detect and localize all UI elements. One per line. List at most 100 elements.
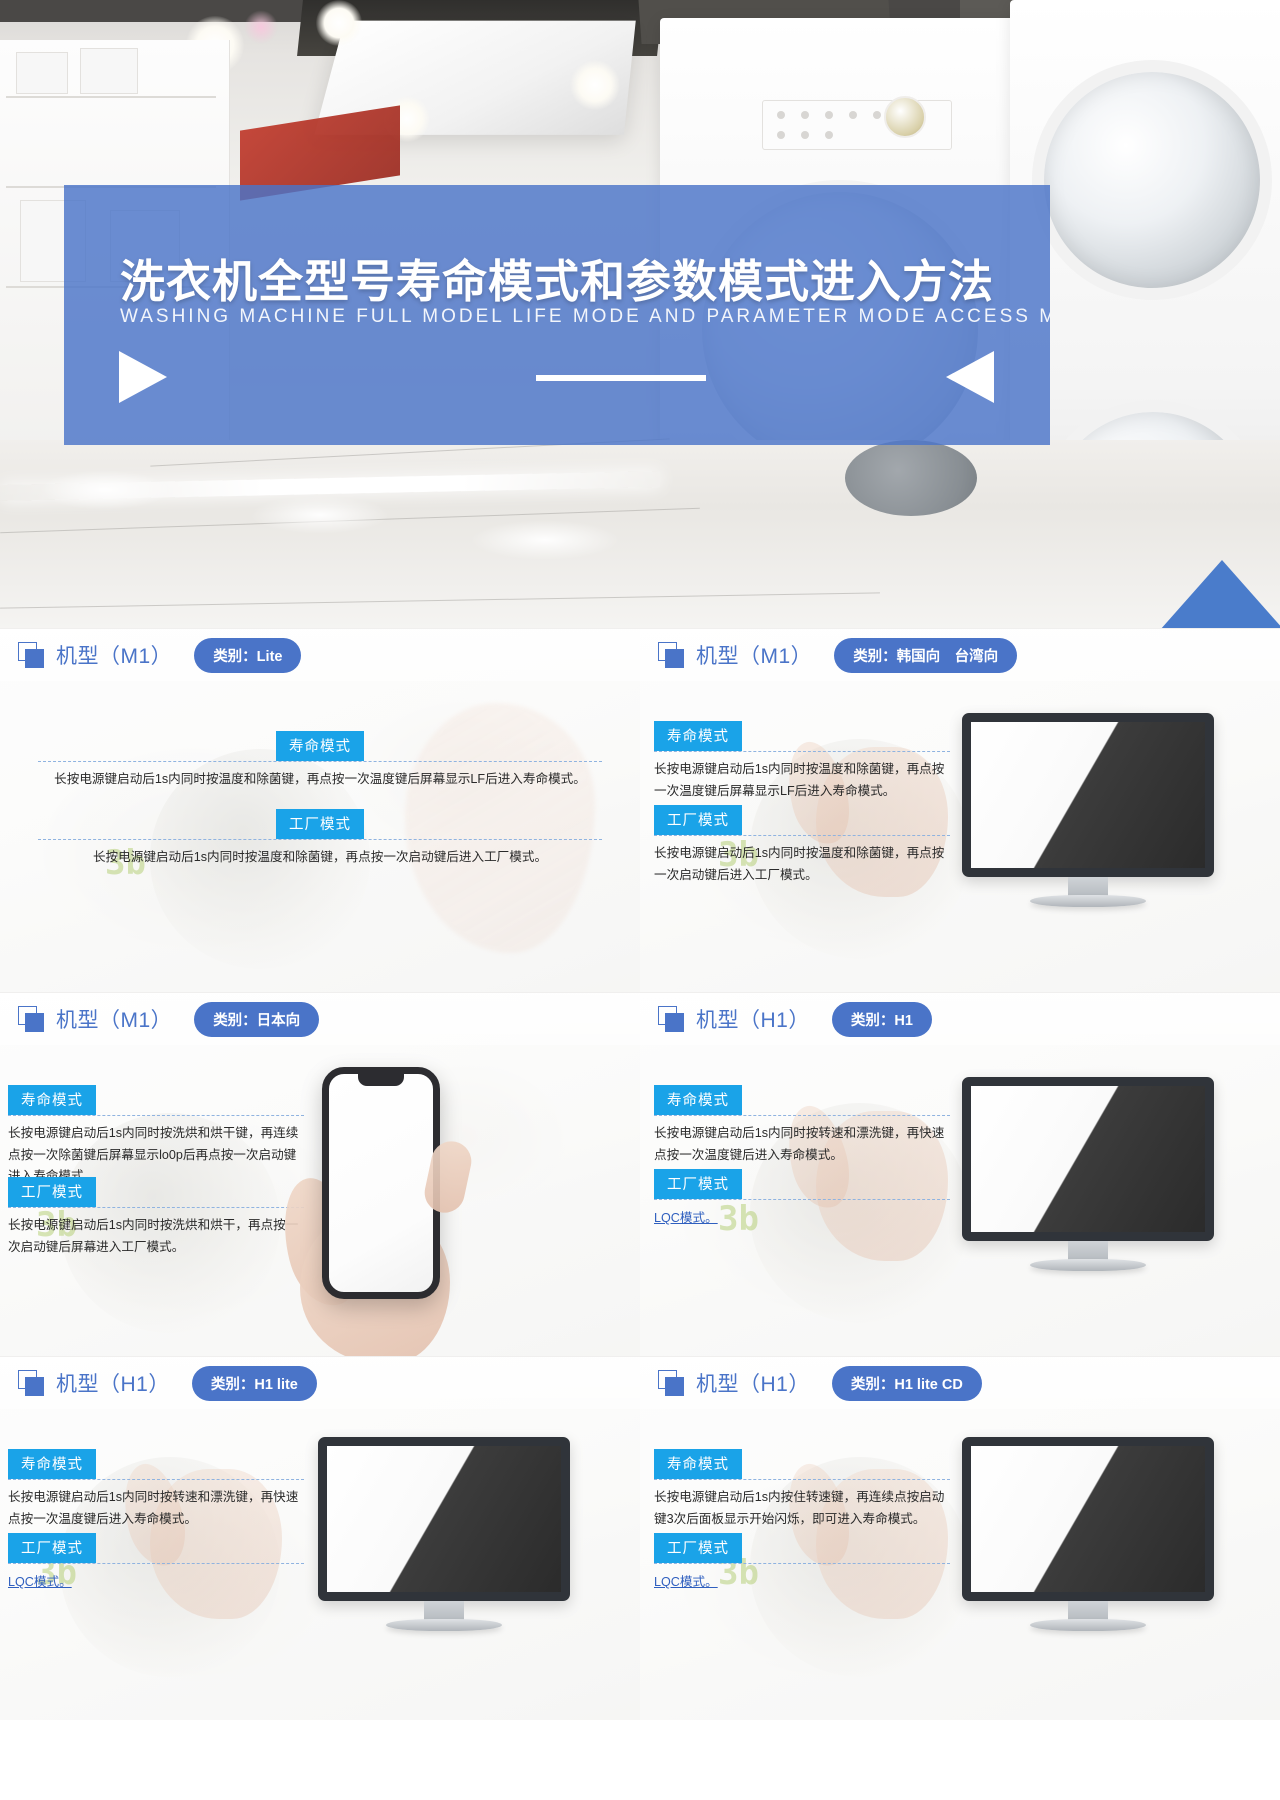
life-mode-text: 长按电源键启动后1s内同时按温度和除菌键，再点按一次温度键后屏幕显示LF后进入寿… [54,772,586,786]
model-card: 3b 机型（H1） 类别：H1 lite 寿命模式 长按电源键启动后1s内同时按… [0,1356,640,1720]
monitor-mockup [962,1077,1214,1275]
category-badge: 类别：日本向 [194,1001,320,1037]
monitor-screen [318,1437,570,1601]
card-body: 寿命模式 长按电源键启动后1s内同时按温度和除菌键，再点按一次温度键后屏幕显示L… [640,681,1280,992]
model-card: 3b 机型（H1） 类别：H1 寿命模式 长按电源键启动后1s内同时按转速和漂洗… [640,992,1280,1356]
life-mode-block: 寿命模式 长按电源键启动后1s内同时按温度和除菌键，再点按一次温度键后屏幕显示L… [38,731,602,791]
factory-mode-block: 工厂模式 LQC模式。 [654,1169,950,1227]
downlight [316,0,362,46]
factory-mode-block: 工厂模式 LQC模式。 [8,1533,304,1591]
square-marker-icon [658,1370,684,1396]
downlight [570,60,620,110]
phone-notch [358,1074,404,1086]
factory-mode-tag: 工厂模式 [8,1177,96,1207]
card-header: 机型（H1） 类别：H1 [640,993,1280,1045]
factory-mode-block: 工厂模式 长按电源键启动后1s内同时按温度和除菌键，再点按一次启动键后进入工厂模… [38,809,602,869]
square-marker-icon [18,1370,44,1396]
life-mode-tag: 寿命模式 [8,1449,96,1479]
shelf [6,96,216,98]
category-badge: 类别：H1 lite [191,1365,317,1401]
model-label: 机型（H1） [56,1373,170,1396]
factory-mode-block: 工厂模式 LQC模式。 [654,1533,950,1591]
life-mode-block: 寿命模式 长按电源键启动后1s内同时按洗烘和烘干键，再连续点按一次除菌键后屏幕显… [8,1085,304,1188]
factory-mode-text: 长按电源键启动后1s内同时按温度和除菌键，再点按一次启动键后进入工厂模式。 [92,850,548,864]
title-divider [536,375,706,381]
factory-mode-text: 长按电源键启动后1s内同时按洗烘和烘干，再点按一次启动键后屏幕进入工厂模式。 [8,1218,299,1254]
model-label: 机型（H1） [696,1373,810,1396]
model-card: 3b 机型（H1） 类别：H1 lite CD 寿命模式 长按电源键启动后1s内… [640,1356,1280,1720]
life-mode-block: 寿命模式 长按电源键启动后1s内同时按转速和漂洗键，再快速点按一次温度键后进入寿… [8,1449,304,1530]
card-header: 机型（H1） 类别：H1 lite [0,1357,640,1409]
life-mode-tag: 寿命模式 [276,731,364,761]
life-mode-block: 寿命模式 长按电源键启动后1s内按住转速键，再连续点按启动键3次后面板显示开始闪… [654,1449,950,1530]
factory-mode-text: 长按电源键启动后1s内同时按温度和除菌键，再点按一次启动键后进入工厂模式。 [654,846,945,882]
monitor-base [1030,1259,1146,1271]
monitor-base [386,1619,502,1631]
category-badge: 类别：韩国向 台湾向 [834,637,1018,673]
floor-reflection [470,520,620,560]
factory-mode-tag: 工厂模式 [8,1533,96,1563]
monitor-neck [1068,877,1108,897]
model-card-grid: 3b 机型（M1） 类别：Lite 寿命模式 长按电源键启动后1s内同时按温度和… [0,628,1280,1800]
dryer-vent-grill [845,440,977,516]
factory-mode-block: 工厂模式 长按电源键启动后1s内同时按洗烘和烘干，再点按一次启动键后屏幕进入工厂… [8,1177,304,1258]
monitor-mockup [318,1437,570,1635]
life-mode-tag: 寿命模式 [654,1449,742,1479]
lqc-mode-link[interactable]: LQC模式。 [654,1200,718,1226]
hero-title-band: 洗衣机全型号寿命模式和参数模式进入方法 WASHING MACHINE FULL… [64,185,1050,445]
shelf-box [80,48,138,94]
monitor-mockup [962,713,1214,911]
lqc-mode-link[interactable]: LQC模式。 [8,1564,72,1590]
blue-triangle-accent [1160,560,1280,628]
square-marker-icon [658,1006,684,1032]
card-header: 机型（M1） 类别：韩国向 台湾向 [640,629,1280,681]
category-badge: 类别：H1 [831,1001,932,1037]
play-left-triangle-icon[interactable] [946,351,994,403]
monitor-base [1030,895,1146,907]
card-body: 寿命模式 长按电源键启动后1s内同时按转速和漂洗键，再快速点按一次温度键后进入寿… [0,1409,640,1720]
category-badge: 类别：H1 lite CD [831,1365,982,1401]
life-mode-tag: 寿命模式 [8,1085,96,1115]
monitor-screen [962,1437,1214,1601]
monitor-neck [424,1601,464,1621]
monitor-neck [1068,1241,1108,1261]
model-label: 机型（M1） [56,1009,173,1032]
showroom-floor [0,440,1280,628]
factory-mode-block: 工厂模式 长按电源键启动后1s内同时按温度和除菌键，再点按一次启动键后进入工厂模… [654,805,950,886]
life-mode-text: 长按电源键启动后1s内同时按转速和漂洗键，再快速点按一次温度键后进入寿命模式。 [8,1490,299,1526]
factory-mode-tag: 工厂模式 [654,1533,742,1563]
model-label: 机型（M1） [56,645,173,668]
factory-mode-tag: 工厂模式 [654,1169,742,1199]
control-knob [884,96,926,138]
model-label: 机型（M1） [696,645,813,668]
card-header: 机型（M1） 类别：Lite [0,629,640,681]
life-mode-block: 寿命模式 长按电源键启动后1s内同时按转速和漂洗键，再快速点按一次温度键后进入寿… [654,1085,950,1166]
life-mode-text: 长按电源键启动后1s内同时按转速和漂洗键，再快速点按一次温度键后进入寿命模式。 [654,1126,945,1162]
card-body: 寿命模式 长按电源键启动后1s内同时按洗烘和烘干键，再连续点按一次除菌键后屏幕显… [0,1045,640,1356]
phone-mockup [322,1067,440,1299]
category-badge: 类别：Lite [194,637,302,673]
model-card: 3b 机型（M1） 类别：日本向 寿命模式 长按电源键启动后1s内同时按洗烘和烘… [0,992,640,1356]
monitor-mockup [962,1437,1214,1635]
card-header: 机型（H1） 类别：H1 lite CD [640,1357,1280,1409]
square-marker-icon [658,642,684,668]
card-body: 寿命模式 长按电源键启动后1s内按住转速键，再连续点按启动键3次后面板显示开始闪… [640,1409,1280,1720]
play-right-triangle-icon[interactable] [119,351,167,403]
square-marker-icon [18,642,44,668]
life-mode-tag: 寿命模式 [654,1085,742,1115]
lqc-mode-link[interactable]: LQC模式。 [654,1564,718,1590]
life-mode-block: 寿命模式 长按电源键启动后1s内同时按温度和除菌键，再点按一次温度键后屏幕显示L… [654,721,950,802]
card-body: 寿命模式 长按电源键启动后1s内同时按温度和除菌键，再点按一次温度键后屏幕显示L… [0,681,640,992]
monitor-screen [962,713,1214,877]
floor-reflection [250,496,390,534]
downlight-pink [244,10,278,44]
page-subtitle: WASHING MACHINE FULL MODEL LIFE MODE AND… [120,306,1050,327]
factory-mode-tag: 工厂模式 [276,809,364,839]
shelf-box [16,52,68,94]
factory-mode-tag: 工厂模式 [654,805,742,835]
monitor-screen [962,1077,1214,1241]
page-title: 洗衣机全型号寿命模式和参数模式进入方法 [120,256,995,307]
life-mode-text: 长按电源键启动后1s内同时按温度和除菌键，再点按一次温度键后屏幕显示LF后进入寿… [654,762,945,798]
washer-drum [1032,60,1272,300]
life-mode-text: 长按电源键启动后1s内按住转速键，再连续点按启动键3次后面板显示开始闪烁，即可进… [654,1490,945,1526]
